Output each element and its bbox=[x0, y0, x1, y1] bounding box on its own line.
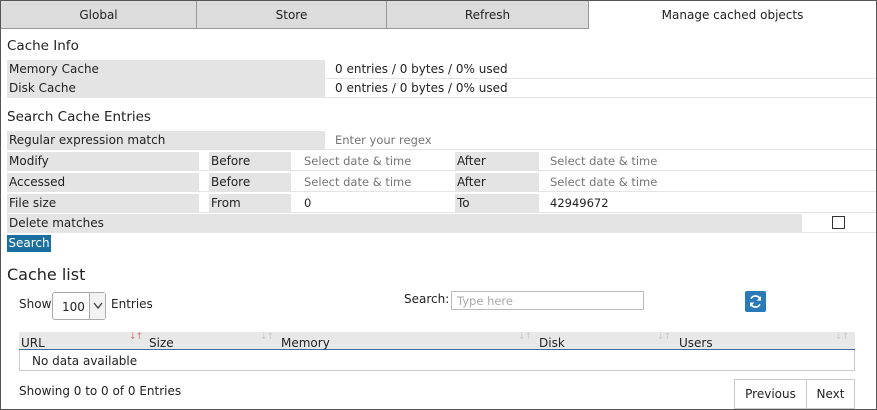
sort-asc-icon: ↓↑ bbox=[129, 332, 143, 342]
column-users[interactable]: Users bbox=[679, 336, 713, 350]
accessed-row: Accessed Before After bbox=[7, 173, 876, 192]
file-size-from-input[interactable] bbox=[304, 194, 454, 213]
accessed-after-label: After bbox=[455, 173, 539, 192]
cache-info-title: Cache Info bbox=[7, 38, 79, 54]
file-size-to-label: To bbox=[455, 194, 539, 213]
manage-cache-panel: Global Store Refresh Manage cached objec… bbox=[0, 0, 877, 410]
modify-row: Modify Before After bbox=[7, 152, 876, 171]
column-disk[interactable]: Disk bbox=[539, 336, 565, 350]
search-entries-title: Search Cache Entries bbox=[7, 109, 151, 125]
disk-cache-label: Disk Cache bbox=[7, 79, 325, 98]
file-size-label: File size bbox=[7, 194, 199, 213]
table-header: URL ↓↑ Size ↓↑ Memory ↓↑ Disk ↓↑ Users ↓… bbox=[19, 332, 855, 350]
tab-refresh[interactable]: Refresh bbox=[387, 1, 589, 29]
column-memory[interactable]: Memory bbox=[281, 336, 330, 350]
page-size-select[interactable]: 100 bbox=[52, 292, 106, 320]
delete-matches-row: Delete matches bbox=[7, 214, 876, 233]
sort-icon: ↓↑ bbox=[835, 332, 849, 342]
file-size-from-label: From bbox=[209, 194, 291, 213]
file-size-row: File size From To bbox=[7, 194, 876, 213]
tab-global[interactable]: Global bbox=[1, 1, 197, 29]
memory-cache-label: Memory Cache bbox=[7, 60, 325, 79]
delete-matches-label: Delete matches bbox=[7, 214, 802, 233]
regex-row: Regular expression match bbox=[7, 131, 876, 150]
search-button[interactable]: Search bbox=[7, 235, 51, 252]
delete-matches-checkbox[interactable] bbox=[832, 216, 845, 229]
column-size[interactable]: Size bbox=[149, 336, 174, 350]
accessed-after-input[interactable] bbox=[550, 173, 700, 192]
file-size-to-input[interactable] bbox=[550, 194, 700, 213]
tab-bar: Global Store Refresh Manage cached objec… bbox=[1, 1, 876, 29]
previous-button[interactable]: Previous bbox=[735, 380, 807, 408]
disk-cache-value: 0 entries / 0 bytes / 0% used bbox=[335, 81, 508, 95]
sort-icon: ↓↑ bbox=[657, 332, 671, 342]
modify-label: Modify bbox=[7, 152, 199, 171]
pagination: Previous Next bbox=[734, 379, 855, 409]
memory-cache-row: Memory Cache 0 entries / 0 bytes / 0% us… bbox=[7, 60, 876, 79]
sort-icon: ↓↑ bbox=[260, 332, 274, 342]
table-search-input[interactable] bbox=[451, 291, 644, 310]
table-search-label: Search: bbox=[404, 292, 450, 306]
table-body: No data available bbox=[19, 350, 855, 371]
column-url[interactable]: URL bbox=[21, 336, 45, 350]
empty-table-message: No data available bbox=[32, 354, 138, 368]
cache-list-title: Cache list bbox=[7, 265, 86, 284]
entries-label: Entries bbox=[111, 297, 153, 311]
show-label: Show bbox=[19, 297, 52, 311]
sort-icon: ↓↑ bbox=[518, 332, 532, 342]
regex-input[interactable] bbox=[335, 131, 735, 150]
table-info: Showing 0 to 0 of 0 Entries bbox=[19, 384, 182, 398]
refresh-button[interactable] bbox=[745, 291, 766, 312]
disk-cache-row: Disk Cache 0 entries / 0 bytes / 0% used bbox=[7, 79, 876, 98]
modify-before-input[interactable] bbox=[304, 152, 454, 171]
tab-manage-cached-objects[interactable]: Manage cached objects bbox=[589, 1, 876, 29]
accessed-label: Accessed bbox=[7, 173, 199, 192]
modify-after-input[interactable] bbox=[550, 152, 700, 171]
regex-label: Regular expression match bbox=[7, 131, 325, 150]
page-size-value: 100 bbox=[62, 300, 85, 314]
accessed-before-label: Before bbox=[209, 173, 291, 192]
next-button[interactable]: Next bbox=[807, 380, 854, 408]
tab-store[interactable]: Store bbox=[197, 1, 387, 29]
memory-cache-value: 0 entries / 0 bytes / 0% used bbox=[335, 62, 508, 76]
accessed-before-input[interactable] bbox=[304, 173, 454, 192]
chevron-down-icon bbox=[89, 293, 105, 319]
modify-after-label: After bbox=[455, 152, 539, 171]
modify-before-label: Before bbox=[209, 152, 291, 171]
refresh-icon bbox=[749, 295, 762, 308]
